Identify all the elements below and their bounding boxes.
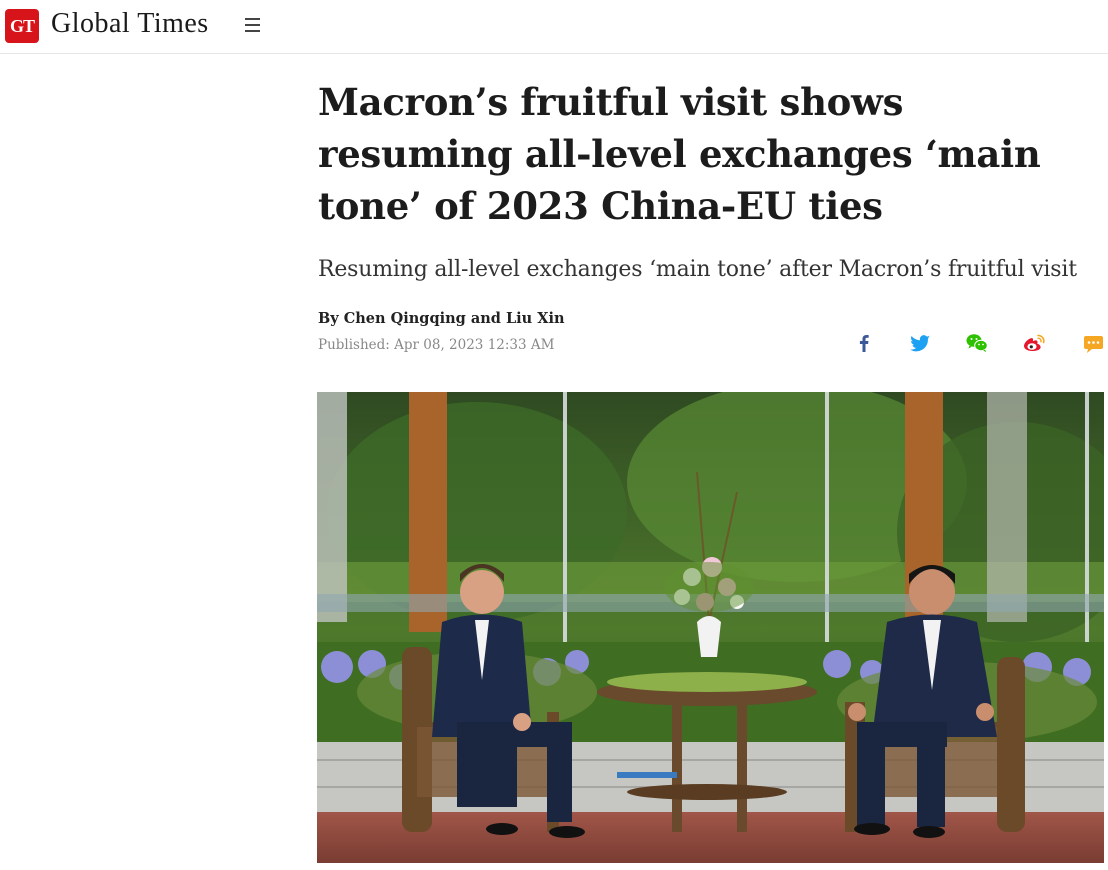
twitter-icon[interactable] [907,330,933,356]
article-subheadline: Resuming all-level exchanges ‘main tone’… [318,257,1077,282]
article-byline: By Chen Qingqing and Liu Xin [318,310,565,327]
article-photo [317,392,1104,863]
publish-date: Published: Apr 08, 2023 12:33 AM [318,337,555,353]
weibo-icon[interactable] [1021,330,1047,356]
top-navigation-bar: GT Global Times [0,0,1108,54]
gt-logo[interactable]: GT [5,9,39,43]
wechat-icon[interactable] [964,330,990,356]
hamburger-menu-icon[interactable] [245,18,260,32]
brand-name[interactable]: Global Times [51,8,209,40]
comment-icon[interactable] [1080,330,1106,356]
article-headline: Macron’s fruitful visit shows resuming a… [318,80,1041,228]
facebook-icon[interactable] [851,330,877,356]
